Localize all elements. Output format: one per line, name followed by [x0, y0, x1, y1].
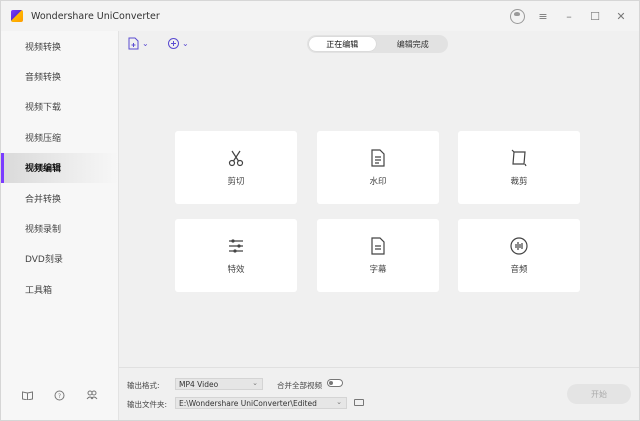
output-format-select[interactable]: MP4 Video ⌄: [175, 378, 263, 390]
tool-card-cut[interactable]: 剪切: [175, 131, 297, 204]
sidebar-item-label: 音频转换: [25, 73, 62, 84]
svg-text:?: ?: [58, 393, 61, 400]
sidebar-item-screen-record[interactable]: 视频录制: [1, 213, 118, 243]
tool-card-crop[interactable]: 裁剪: [458, 131, 580, 204]
tool-label: 音频: [510, 265, 528, 275]
sidebar-item-merge-convert[interactable]: 合并转换: [1, 183, 118, 213]
scissors-icon: [228, 150, 244, 167]
main-panel: ⌄ ⌄ 正在编辑 编辑完成 剪切 水印 裁剪 特效 字幕 音频 输出格式: MP…: [119, 31, 639, 420]
sidebar-item-video-convert[interactable]: 视频转换: [1, 31, 118, 61]
sidebar-footer: ?: [1, 388, 118, 402]
output-format-value: MP4 Video: [179, 379, 219, 389]
folder-icon[interactable]: [354, 399, 364, 406]
crop-icon: [511, 149, 527, 167]
output-folder-value: E:\Wondershare UniConverter\Edited: [179, 398, 317, 408]
app-logo-icon: [11, 10, 23, 22]
add-file-button[interactable]: ⌄: [127, 37, 149, 50]
sidebar-item-toolbox[interactable]: 工具箱: [1, 274, 118, 304]
tool-card-watermark[interactable]: 水印: [317, 131, 439, 204]
add-media-button[interactable]: ⌄: [167, 37, 189, 50]
merge-all-toggle[interactable]: [327, 379, 343, 387]
sidebar-item-label: 视频编辑: [25, 164, 62, 175]
guide-book-icon[interactable]: [21, 388, 35, 402]
tool-label: 字幕: [369, 265, 387, 275]
sidebar-item-label: 工具箱: [25, 285, 53, 296]
add-media-icon: [168, 38, 179, 49]
app-title: Wondershare UniConverter: [31, 10, 160, 22]
sidebar-item-label: 合并转换: [25, 194, 62, 205]
sidebar-item-label: 视频录制: [25, 225, 62, 236]
menu-icon[interactable]: ≡: [535, 8, 551, 24]
tool-label: 剪切: [227, 177, 245, 187]
tool-label: 裁剪: [510, 177, 528, 187]
sidebar-item-label: 视频下载: [25, 103, 62, 114]
users-icon[interactable]: [85, 388, 99, 402]
output-folder-label: 输出文件夹:: [127, 400, 168, 409]
output-folder-select[interactable]: E:\Wondershare UniConverter\Edited ⌄: [175, 397, 347, 409]
add-file-icon: [128, 37, 139, 50]
sidebar-item-label: DVD刻录: [25, 255, 63, 266]
minimize-icon[interactable]: –: [561, 8, 577, 24]
app-window: Wondershare UniConverter ≡ – ☐ ✕ 视频转换 音频…: [0, 0, 640, 421]
account-icon[interactable]: [509, 8, 525, 24]
watermark-icon: [371, 149, 385, 167]
sidebar-item-label: 视频转换: [25, 42, 62, 53]
output-footer: 输出格式: MP4 Video ⌄ 合并全部视频 输出文件夹: E:\Wonde…: [119, 367, 639, 420]
sidebar: 视频转换 音频转换 视频下载 视频压缩 视频编辑 合并转换 视频录制 DVD刻录…: [1, 31, 119, 420]
subtitle-icon: [371, 237, 385, 255]
sidebar-item-video-download[interactable]: 视频下载: [1, 92, 118, 122]
sidebar-item-video-edit[interactable]: 视频编辑: [1, 152, 118, 184]
chevron-down-icon: ⌄: [182, 39, 189, 48]
tab-editing[interactable]: 正在编辑: [309, 37, 376, 51]
chevron-down-icon: ⌄: [142, 39, 149, 48]
sidebar-item-audio-convert[interactable]: 音频转换: [1, 61, 118, 91]
tool-label: 特效: [227, 265, 245, 275]
sidebar-item-video-compress[interactable]: 视频压缩: [1, 122, 118, 152]
title-bar: Wondershare UniConverter ≡ – ☐ ✕: [1, 1, 639, 31]
sidebar-item-label: 视频压缩: [25, 133, 62, 144]
chevron-down-icon: ⌄: [252, 379, 258, 387]
effects-icon: [229, 239, 243, 253]
sidebar-item-dvd-burn[interactable]: DVD刻录: [1, 244, 118, 274]
close-icon[interactable]: ✕: [613, 8, 629, 24]
edit-status-toggle: 正在编辑 编辑完成: [307, 35, 448, 53]
audio-icon: [510, 237, 528, 255]
start-button[interactable]: 开始: [567, 384, 631, 404]
output-format-label: 输出格式:: [127, 381, 160, 390]
window-controls: ≡ – ☐ ✕: [509, 8, 629, 24]
tool-card-effects[interactable]: 特效: [175, 219, 297, 292]
tool-card-subtitle[interactable]: 字幕: [317, 219, 439, 292]
merge-all-label: 合并全部视频: [277, 381, 322, 390]
tab-edited[interactable]: 编辑完成: [380, 37, 447, 51]
help-icon[interactable]: ?: [53, 388, 67, 402]
tool-card-audio[interactable]: 音频: [458, 219, 580, 292]
maximize-icon[interactable]: ☐: [587, 8, 603, 24]
chevron-down-icon: ⌄: [336, 398, 342, 406]
tool-label: 水印: [369, 177, 387, 187]
